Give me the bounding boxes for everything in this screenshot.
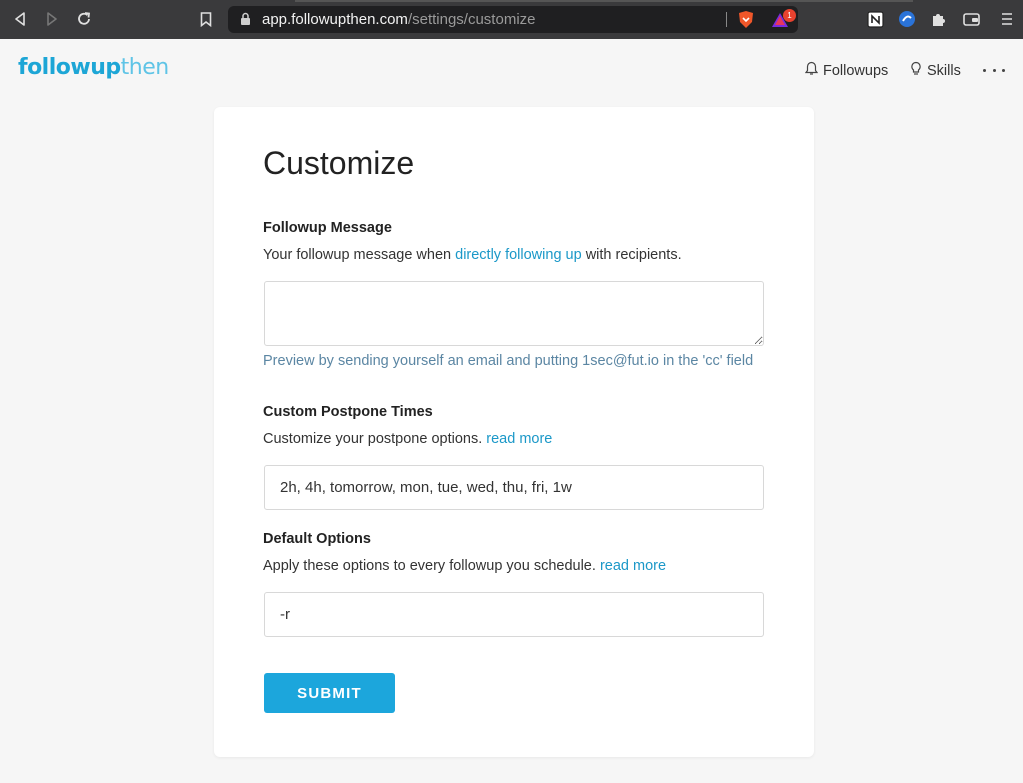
logo-part-then: then bbox=[120, 55, 170, 80]
default-options-read-more-link[interactable]: read more bbox=[600, 558, 666, 574]
page-title: Customize bbox=[263, 145, 415, 181]
bookmark-icon[interactable] bbox=[196, 9, 216, 29]
dot bbox=[983, 68, 986, 72]
puzzle-icon[interactable] bbox=[930, 10, 948, 28]
notion-icon[interactable] bbox=[866, 10, 884, 28]
brave-shield-icon[interactable] bbox=[737, 10, 755, 34]
bell-icon bbox=[804, 61, 819, 80]
desc-text: Your followup message when bbox=[263, 247, 456, 263]
directly-following-up-link[interactable]: directly following up bbox=[455, 247, 582, 263]
menu-icon[interactable] bbox=[998, 10, 1016, 28]
followup-message-input[interactable] bbox=[264, 281, 764, 346]
notification-badge: 1 bbox=[783, 9, 796, 22]
wallet-icon[interactable] bbox=[962, 10, 980, 28]
postpone-times-label: Custom Postpone Times bbox=[263, 404, 433, 420]
url-text: app.followupthen.com/settings/customize bbox=[262, 11, 536, 28]
reload-icon[interactable] bbox=[74, 9, 94, 29]
address-bar[interactable]: app.followupthen.com/settings/customize … bbox=[228, 6, 798, 33]
postpone-times-description: Customize your postpone options. read mo… bbox=[263, 431, 552, 447]
nav-skills-label: Skills bbox=[927, 62, 961, 79]
default-options-input[interactable] bbox=[264, 592, 764, 637]
dot bbox=[1002, 68, 1005, 72]
extension-icon[interactable] bbox=[898, 10, 916, 28]
logo-part-followup: followup bbox=[18, 55, 121, 80]
more-options-button[interactable] bbox=[983, 61, 1005, 79]
url-separator bbox=[726, 12, 727, 27]
followup-message-description: Your followup message when directly foll… bbox=[263, 247, 682, 263]
postpone-times-input[interactable] bbox=[264, 465, 764, 510]
lock-icon bbox=[240, 12, 251, 31]
default-options-description: Apply these options to every followup yo… bbox=[263, 558, 666, 574]
back-icon[interactable] bbox=[10, 9, 30, 29]
followup-message-hint: Preview by sending yourself an email and… bbox=[263, 353, 754, 369]
followup-message-label: Followup Message bbox=[263, 220, 392, 236]
lightbulb-icon bbox=[910, 61, 922, 80]
dot bbox=[992, 68, 996, 72]
desc-text: with recipients. bbox=[581, 247, 682, 263]
postpone-read-more-link[interactable]: read more bbox=[486, 431, 552, 447]
submit-button[interactable]: SUBMIT bbox=[264, 673, 395, 713]
nav-skills[interactable]: Skills bbox=[910, 61, 961, 80]
nav-followups[interactable]: Followups bbox=[804, 61, 889, 80]
settings-card: Customize Followup Message Your followup… bbox=[214, 107, 814, 757]
tab-strip bbox=[295, 0, 913, 2]
desc-text: Apply these options to every followup yo… bbox=[263, 558, 600, 574]
browser-toolbar: app.followupthen.com/settings/customize … bbox=[0, 0, 1023, 39]
forward-icon[interactable] bbox=[42, 9, 62, 29]
app-logo[interactable]: followupthen bbox=[18, 55, 169, 80]
nav-followups-label: Followups bbox=[823, 62, 889, 79]
url-host: app.followupthen.com bbox=[262, 11, 408, 28]
url-path: /settings/customize bbox=[407, 11, 536, 28]
default-options-label: Default Options bbox=[263, 531, 371, 547]
desc-text: Customize your postpone options. bbox=[263, 431, 487, 447]
